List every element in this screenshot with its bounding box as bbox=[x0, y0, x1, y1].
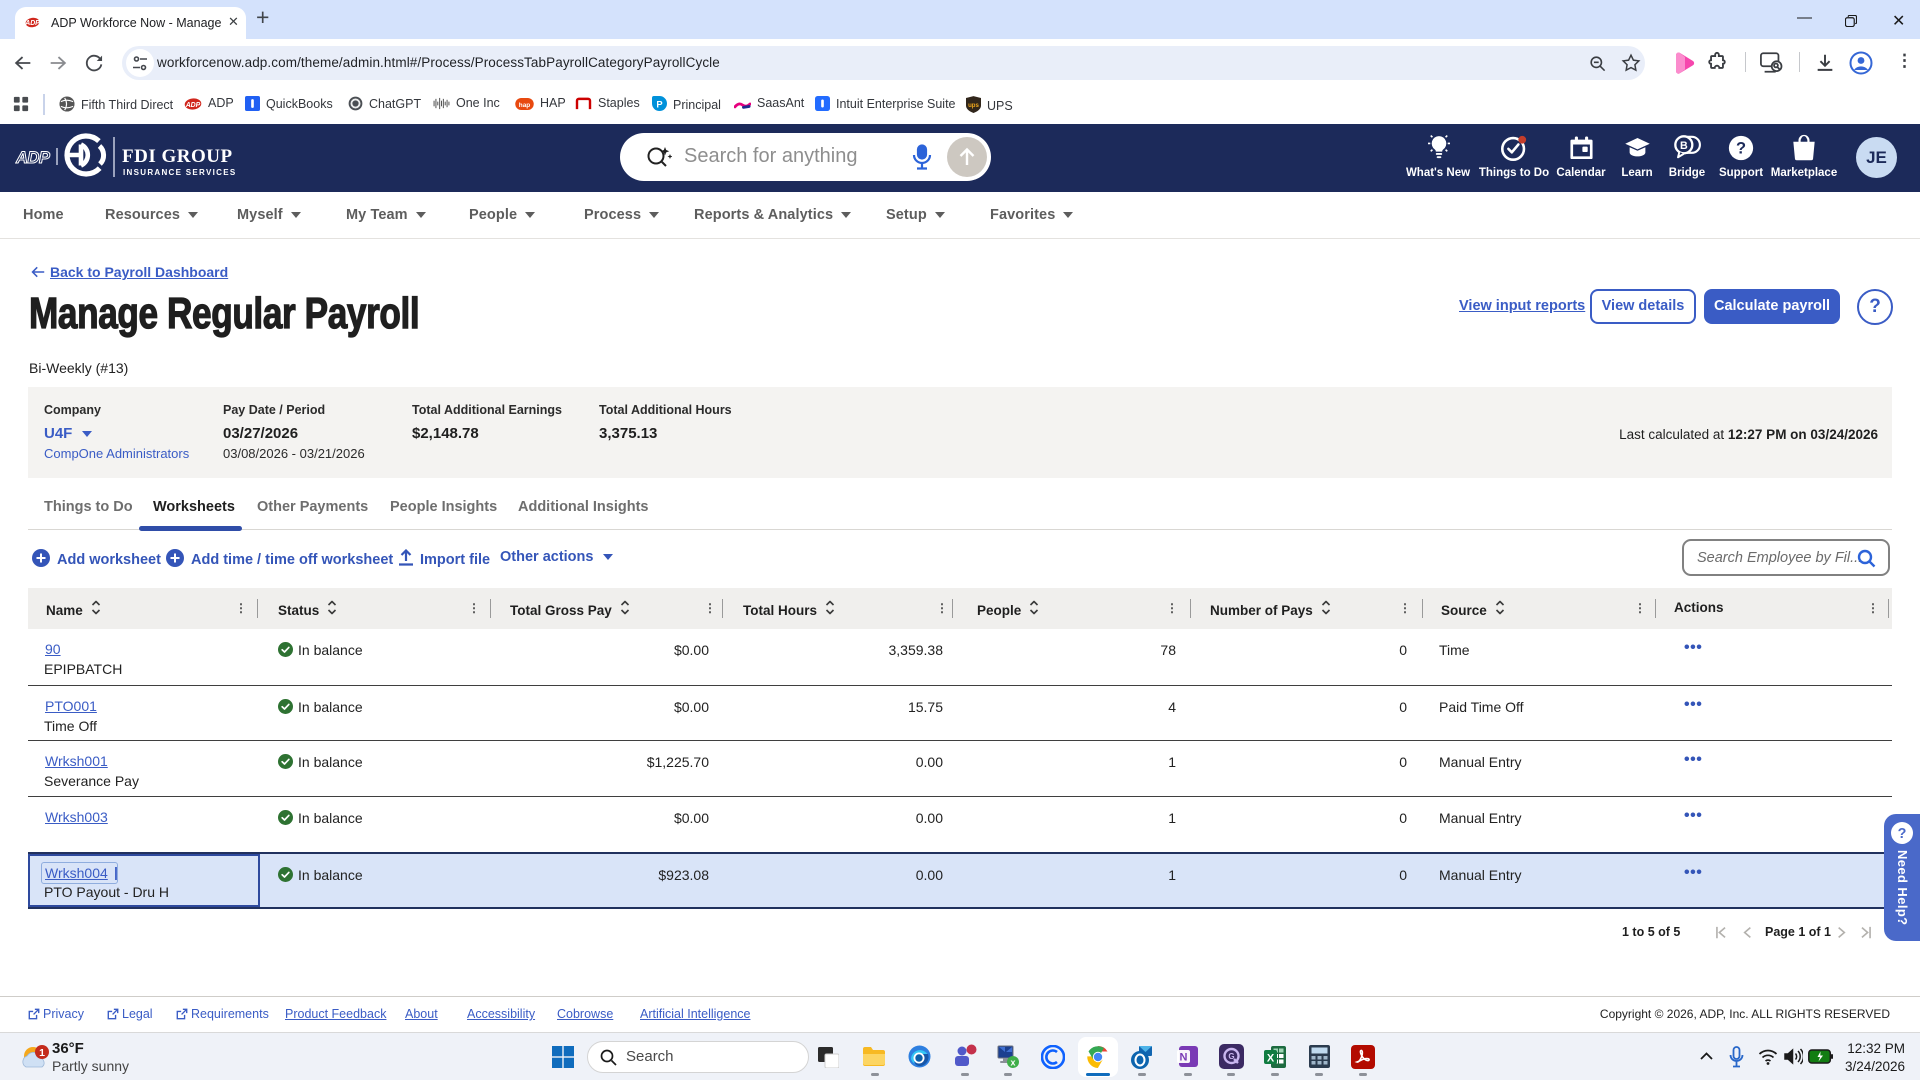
svg-text:?: ? bbox=[1736, 140, 1746, 158]
svg-text:N: N bbox=[1180, 1052, 1188, 1064]
svg-text:x: x bbox=[1010, 1058, 1015, 1068]
svg-text:ADP: ADP bbox=[15, 149, 51, 167]
svg-text:ups: ups bbox=[968, 102, 979, 109]
svg-text:X: X bbox=[1267, 1053, 1275, 1065]
svg-text:G: G bbox=[1228, 1052, 1234, 1061]
svg-text:?: ? bbox=[1898, 826, 1907, 842]
svg-text:P: P bbox=[656, 99, 662, 109]
svg-text:B: B bbox=[1680, 140, 1688, 152]
svg-text:ADP: ADP bbox=[25, 20, 40, 27]
svg-text:1: 1 bbox=[39, 1047, 45, 1059]
svg-text:hap: hap bbox=[519, 102, 531, 109]
svg-text:ADP: ADP bbox=[185, 102, 201, 109]
